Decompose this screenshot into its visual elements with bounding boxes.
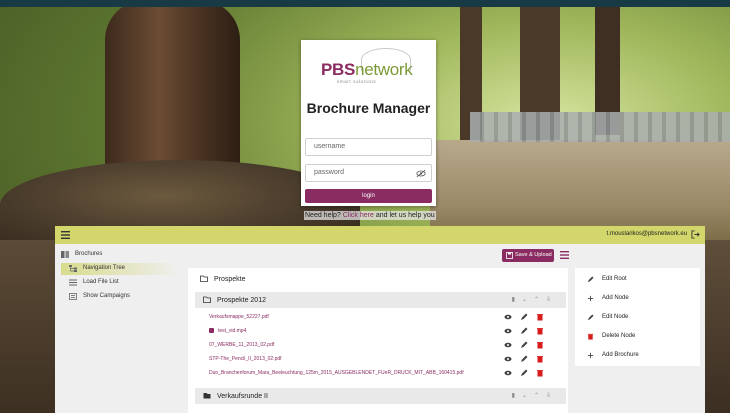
login-card: PBSnetwork smart solutions Brochure Mana…	[301, 40, 436, 206]
sidebar-item-navigation-tree[interactable]: Navigation Tree	[61, 263, 179, 275]
logout-icon[interactable]	[691, 230, 700, 239]
pbs-network-logo: PBSnetwork smart solutions	[321, 48, 417, 84]
eye-icon[interactable]	[504, 327, 512, 335]
edit-node-action[interactable]: Edit Node	[587, 311, 697, 325]
list-icon	[69, 279, 77, 286]
trash-icon[interactable]	[536, 355, 544, 363]
hamburger-menu-icon[interactable]	[61, 231, 70, 239]
pencil-icon[interactable]	[520, 369, 528, 377]
eye-icon[interactable]	[504, 313, 512, 321]
user-email: t.mouslarikos@pbsnetwork.eu	[606, 231, 687, 237]
trash-icon[interactable]	[536, 341, 544, 349]
menu-icon[interactable]	[560, 251, 569, 259]
book-icon	[61, 251, 69, 258]
eye-icon[interactable]	[504, 355, 512, 363]
help-text: Need help? Click here and let us help yo…	[304, 211, 436, 220]
eye-icon[interactable]	[504, 341, 512, 349]
sidebar-item-brochures[interactable]: Brochures	[61, 249, 179, 261]
folder-open-icon	[203, 296, 211, 303]
node-actions-icons[interactable]: ▮⌄⌃⇩	[512, 392, 558, 399]
sidebar-item-show-campaigns[interactable]: Show Campaigns	[61, 291, 179, 303]
pencil-icon	[587, 276, 594, 283]
file-row[interactable]: STP-The_Pencil_II_2013_02.pdf	[209, 352, 566, 366]
pencil-icon[interactable]	[520, 355, 528, 363]
trash-icon	[587, 333, 594, 340]
sidebar-item-load-file-list[interactable]: Load File List	[61, 277, 179, 289]
file-row[interactable]: 07_WERBE_11_2013_02.pdf	[209, 338, 566, 352]
tree-node[interactable]: Verkaufsrunde II ▮⌄⌃⇩	[195, 388, 566, 404]
login-title: Brochure Manager	[306, 100, 431, 116]
eye-icon[interactable]	[504, 369, 512, 377]
folder-icon	[200, 275, 208, 282]
add-brochure-action[interactable]: Add Brochure	[587, 349, 697, 363]
pencil-icon[interactable]	[520, 341, 528, 349]
folder-icon	[203, 393, 211, 399]
sidebar: Brochures Navigation Tree Load File List…	[55, 244, 183, 413]
pencil-icon	[587, 314, 594, 321]
video-file-icon	[209, 328, 214, 333]
top-strip	[0, 0, 730, 7]
pencil-icon[interactable]	[520, 327, 528, 335]
plus-icon	[587, 352, 594, 359]
password-field[interactable]: password	[305, 164, 432, 182]
save-icon	[506, 252, 513, 259]
tree-node[interactable]: Prospekte 2012 ▮⌄⌃⇩	[195, 292, 566, 308]
help-link[interactable]: Click here	[343, 212, 374, 219]
file-row[interactable]: Verkaufsmappe_52227.pdf	[209, 310, 566, 324]
save-upload-button[interactable]: Save & Upload	[502, 249, 554, 262]
pencil-icon[interactable]	[520, 313, 528, 321]
file-row[interactable]: test_vid.mp4	[209, 324, 566, 338]
edit-root-action[interactable]: Edit Root	[587, 273, 697, 287]
campaign-icon	[69, 293, 77, 300]
tree-icon	[69, 265, 77, 272]
navigation-tree-panel: Prospekte Prospekte 2012 ▮⌄⌃⇩ Verkaufsma…	[188, 268, 568, 413]
trash-icon[interactable]	[536, 327, 544, 335]
plus-icon	[587, 295, 594, 302]
add-node-action[interactable]: Add Node	[587, 292, 697, 306]
tree-root[interactable]: Prospekte	[200, 275, 245, 283]
app-bar: t.mouslarikos@pbsnetwork.eu	[55, 226, 705, 244]
actions-panel: Edit Root Add Node Edit Node Delete Node…	[575, 268, 700, 366]
file-row[interactable]: Duo_Branchenforum_Mara_Beeleuchtung_125m…	[209, 366, 566, 380]
trash-icon[interactable]	[536, 313, 544, 321]
delete-node-action[interactable]: Delete Node	[587, 330, 697, 344]
eye-off-icon[interactable]	[416, 169, 426, 178]
trash-icon[interactable]	[536, 369, 544, 377]
username-field[interactable]: username	[305, 138, 432, 156]
node-actions-icons[interactable]: ▮⌄⌃⇩	[512, 296, 558, 303]
login-button[interactable]: login	[305, 189, 432, 203]
brochure-manager-app: t.mouslarikos@pbsnetwork.eu Brochures Na…	[55, 226, 705, 413]
